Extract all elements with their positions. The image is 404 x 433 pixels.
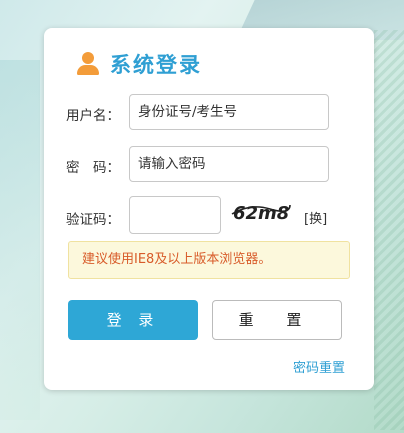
captcha-image[interactable]: 62m8 bbox=[230, 199, 292, 225]
captcha-refresh-link[interactable]: [换] bbox=[304, 208, 327, 227]
background-decoration bbox=[374, 30, 404, 430]
password-reset-link[interactable]: 密码重置 bbox=[293, 357, 345, 376]
login-card: 系统登录 用户名： 身份证号/考生号 密 码： 请输入密码 验证码： 62m8 … bbox=[44, 28, 374, 390]
captcha-text: 62m8 bbox=[233, 203, 289, 224]
user-icon bbox=[76, 52, 100, 76]
background-decoration bbox=[0, 60, 40, 420]
username-field[interactable]: 身份证号/考生号 bbox=[129, 94, 329, 130]
captcha-input[interactable] bbox=[129, 196, 221, 234]
title-row: 系统登录 bbox=[76, 50, 202, 78]
page-title: 系统登录 bbox=[110, 53, 202, 77]
username-label: 用户名： bbox=[66, 108, 120, 124]
password-field[interactable]: 请输入密码 bbox=[129, 146, 329, 182]
reset-button[interactable]: 重 置 bbox=[212, 300, 342, 340]
captcha-label: 验证码： bbox=[66, 212, 120, 228]
login-button[interactable]: 登 录 bbox=[68, 300, 198, 340]
browser-notice: 建议使用IE8及以上版本浏览器。 bbox=[68, 241, 350, 279]
password-label: 密 码： bbox=[66, 160, 120, 176]
